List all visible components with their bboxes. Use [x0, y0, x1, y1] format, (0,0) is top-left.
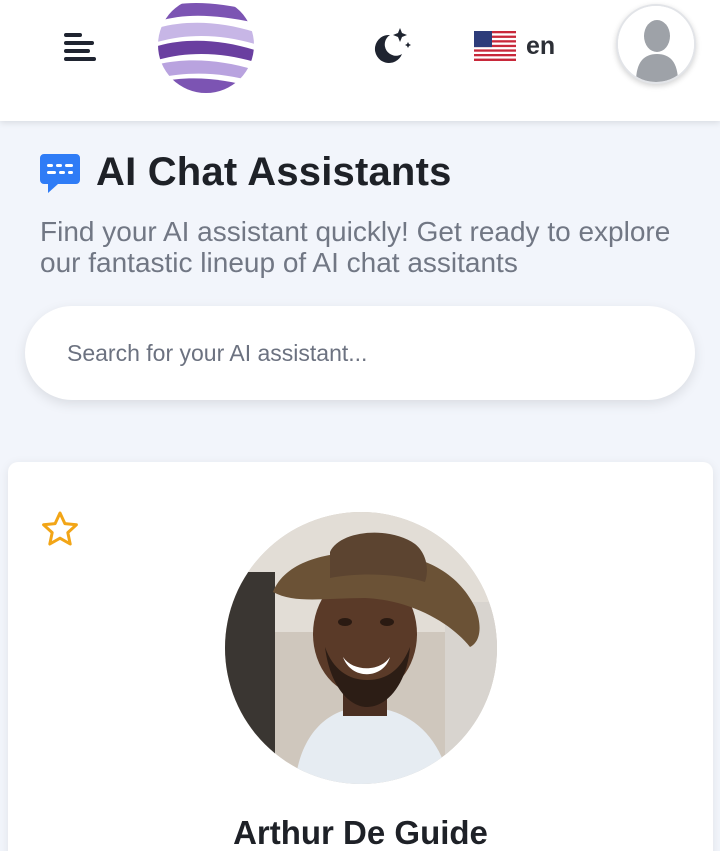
menu-button[interactable] [62, 30, 98, 64]
page-heading: AI Chat Assistants [40, 150, 452, 195]
us-flag-icon [474, 31, 516, 61]
search-bar [25, 306, 695, 400]
favorite-button[interactable] [40, 510, 80, 548]
hamburger-menu-icon [64, 33, 96, 61]
app-logo[interactable] [156, 0, 256, 94]
language-selector[interactable]: en [474, 28, 555, 64]
assistant-portrait-image [225, 512, 497, 784]
page-title: AI Chat Assistants [96, 150, 452, 194]
user-avatar-button[interactable] [616, 4, 696, 84]
search-input[interactable] [25, 306, 695, 400]
sphere-logo-icon [158, 0, 254, 93]
user-silhouette-icon [618, 6, 694, 82]
assistant-name: Arthur De Guide [233, 814, 488, 851]
star-outline-icon [42, 511, 78, 546]
assistant-card[interactable]: Arthur De Guide [8, 462, 713, 851]
language-code: en [526, 31, 556, 60]
theme-toggle-button[interactable] [370, 26, 412, 66]
top-header: en [0, 0, 720, 121]
assistant-avatar [225, 512, 497, 784]
moon-stars-icon [374, 28, 411, 63]
chat-bubble-icon [40, 153, 80, 193]
page-subtitle: Find your AI assistant quickly! Get read… [40, 216, 671, 278]
